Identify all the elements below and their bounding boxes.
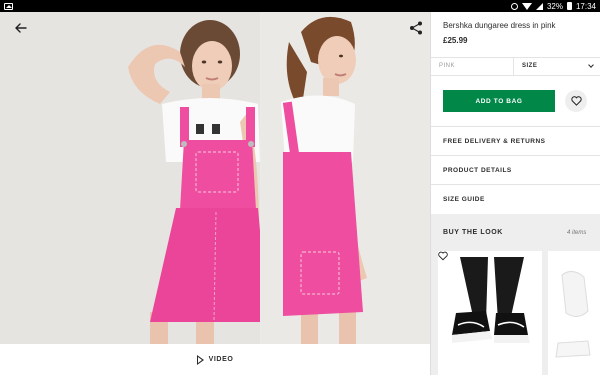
product-details-label: PRODUCT DETAILS [443, 167, 512, 174]
look-item-card[interactable] [438, 251, 542, 375]
video-label: VIDEO [208, 356, 234, 363]
product-title: Bershka dungaree dress in pink [443, 21, 556, 30]
buy-the-look-count: 4 items [567, 230, 587, 236]
model-side-illustration [261, 12, 430, 344]
alarm-icon [510, 2, 518, 10]
buy-the-look-title: BUY THE LOOK [443, 229, 503, 236]
product-photo-front[interactable] [0, 12, 260, 344]
product-panel: Bershka dungaree dress in pink £25.99 PI… [431, 12, 600, 375]
share-button[interactable] [408, 20, 424, 36]
colour-label: PINK [439, 63, 456, 69]
size-guide-row[interactable]: SIZE GUIDE [431, 184, 600, 214]
product-image-gallery[interactable] [0, 12, 430, 344]
size-dropdown[interactable]: SIZE [513, 58, 600, 75]
share-icon [410, 21, 422, 35]
socks-image [548, 251, 600, 375]
status-bar: 32% 17:34 [0, 0, 600, 12]
battery-icon [566, 2, 572, 10]
delivery-returns-label: FREE DELIVERY & RETURNS [443, 138, 546, 145]
product-details-row[interactable]: PRODUCT DETAILS [431, 155, 600, 185]
model-front-illustration [0, 12, 260, 344]
heart-icon [570, 96, 582, 106]
battery-percent: 32% [546, 1, 563, 11]
colour-size-row: PINK SIZE [431, 57, 600, 76]
add-to-bag-button[interactable]: ADD TO BAG [443, 90, 555, 112]
size-dropdown-label: SIZE [522, 63, 538, 69]
look-item-card[interactable] [548, 251, 600, 375]
buy-the-look-section: BUY THE LOOK 4 items [431, 214, 600, 375]
size-guide-label: SIZE GUIDE [443, 196, 485, 203]
back-arrow-icon [15, 23, 27, 33]
back-arrow-button[interactable] [10, 20, 30, 36]
trainers-image [438, 251, 542, 375]
clock: 17:34 [575, 1, 596, 11]
play-icon [196, 354, 204, 365]
signal-icon [535, 2, 543, 10]
delivery-returns-row[interactable]: FREE DELIVERY & RETURNS [431, 126, 600, 156]
product-price: £25.99 [443, 36, 468, 45]
product-photo-side[interactable] [261, 12, 430, 344]
wifi-icon [521, 2, 532, 10]
chevron-down-icon [588, 62, 594, 68]
video-button[interactable]: VIDEO [0, 344, 430, 375]
save-for-later-button[interactable] [565, 90, 587, 112]
heart-icon [438, 251, 448, 261]
gallery-notification-icon [4, 2, 13, 10]
